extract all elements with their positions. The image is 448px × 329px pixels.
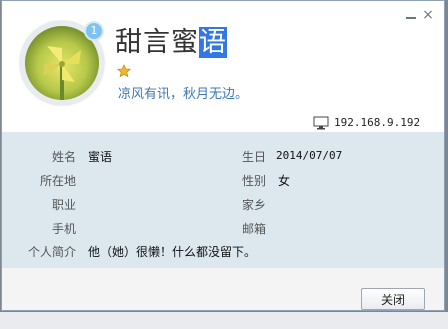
phone-label: 手机 <box>51 222 76 236</box>
nickname: 甜言蜜语 <box>115 26 227 60</box>
star-icon <box>117 64 131 78</box>
close-button[interactable]: 关闭 <box>361 288 425 310</box>
minimize-button[interactable] <box>405 7 417 19</box>
location-label: 所在地 <box>39 174 76 188</box>
level-badge: 1 <box>84 21 104 41</box>
intro-value: 他（她）很懒！什么都没留下。 <box>88 245 257 259</box>
name-value: 蜜语 <box>88 150 113 164</box>
profile-dialog: × 1 甜言蜜语 凉风有讯，秋月无边。 192.168.9.192 姓名 蜜语 … <box>1 0 445 311</box>
intro-label: 个人简介 <box>27 245 76 259</box>
gender-value: 女 <box>278 174 291 188</box>
ip-address: 192.168.9.192 <box>334 116 421 129</box>
name-label: 姓名 <box>51 150 76 164</box>
signature-text: 凉风有讯，秋月无边。 <box>118 87 249 102</box>
close-icon[interactable]: × <box>422 8 434 22</box>
nickname-prefix: 甜言蜜 <box>115 27 199 58</box>
hometown-label: 家乡 <box>241 198 266 212</box>
computer-icon <box>313 116 329 130</box>
gender-label: 性别 <box>241 174 266 188</box>
background-taskbar <box>0 312 448 329</box>
job-label: 职业 <box>51 198 76 212</box>
birthday-value: 2014/07/07 <box>276 149 343 162</box>
nickname-selected-text: 语 <box>199 27 227 58</box>
birthday-label: 生日 <box>241 150 266 164</box>
email-label: 邮箱 <box>241 222 266 236</box>
